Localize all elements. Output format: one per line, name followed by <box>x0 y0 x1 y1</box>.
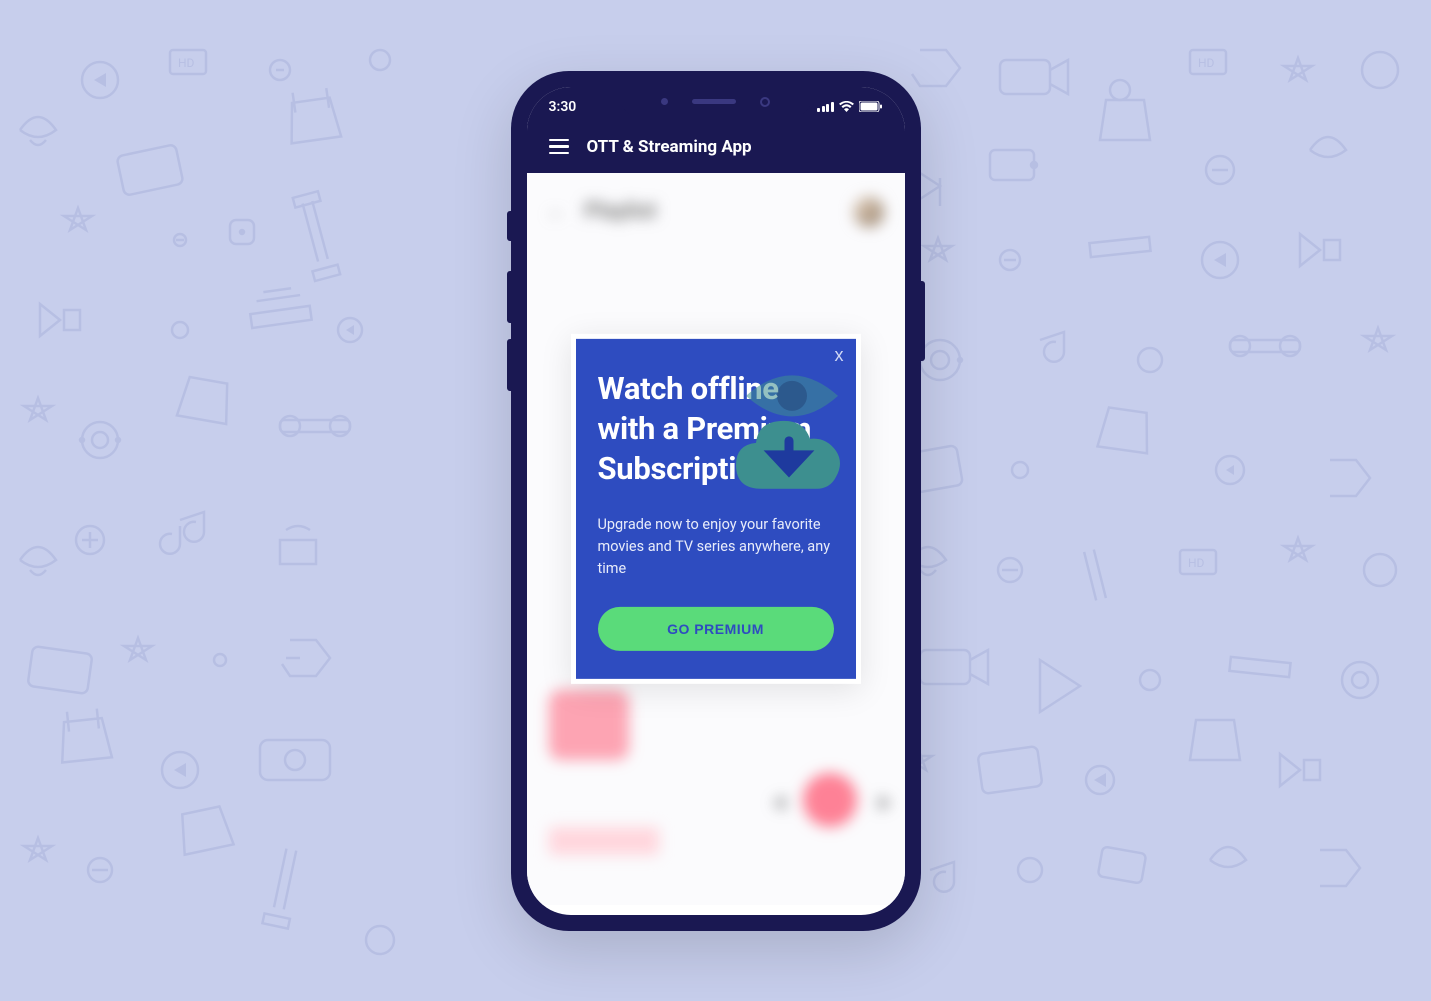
app-header: OTT & Streaming App <box>527 127 905 173</box>
svg-text:HD: HD <box>1188 556 1205 570</box>
menu-icon[interactable] <box>549 139 569 155</box>
phone-device-frame: 3:30 OTT & Streaming App ← Playlist <box>511 71 921 931</box>
phone-screen: 3:30 OTT & Streaming App ← Playlist <box>527 87 905 915</box>
bg-screen-title: Playlist <box>585 199 657 224</box>
phone-mute-switch <box>507 211 513 241</box>
modal-body-text: Upgrade now to enjoy your favorite movie… <box>598 514 834 579</box>
status-time: 3:30 <box>549 99 577 115</box>
wifi-icon <box>839 101 854 112</box>
premium-upsell-modal: x Watch offline with a Premium Subscript… <box>571 334 861 684</box>
app-title: OTT & Streaming App <box>587 137 752 157</box>
modal-illustration <box>732 367 842 497</box>
phone-volume-down <box>507 339 513 391</box>
battery-icon <box>859 101 883 112</box>
signal-icon <box>817 102 834 112</box>
phone-power-button <box>919 281 925 361</box>
app-content: ← Playlist x <box>527 173 905 905</box>
download-cloud-icon <box>736 413 842 489</box>
svg-text:HD: HD <box>178 56 195 70</box>
go-premium-button[interactable]: GO PREMIUM <box>598 607 834 651</box>
avatar <box>854 197 884 227</box>
svg-text:HD: HD <box>1198 56 1215 70</box>
phone-notch <box>621 87 811 117</box>
close-button[interactable]: x <box>835 345 844 366</box>
phone-volume-up <box>507 271 513 323</box>
back-icon: ← <box>547 199 567 224</box>
